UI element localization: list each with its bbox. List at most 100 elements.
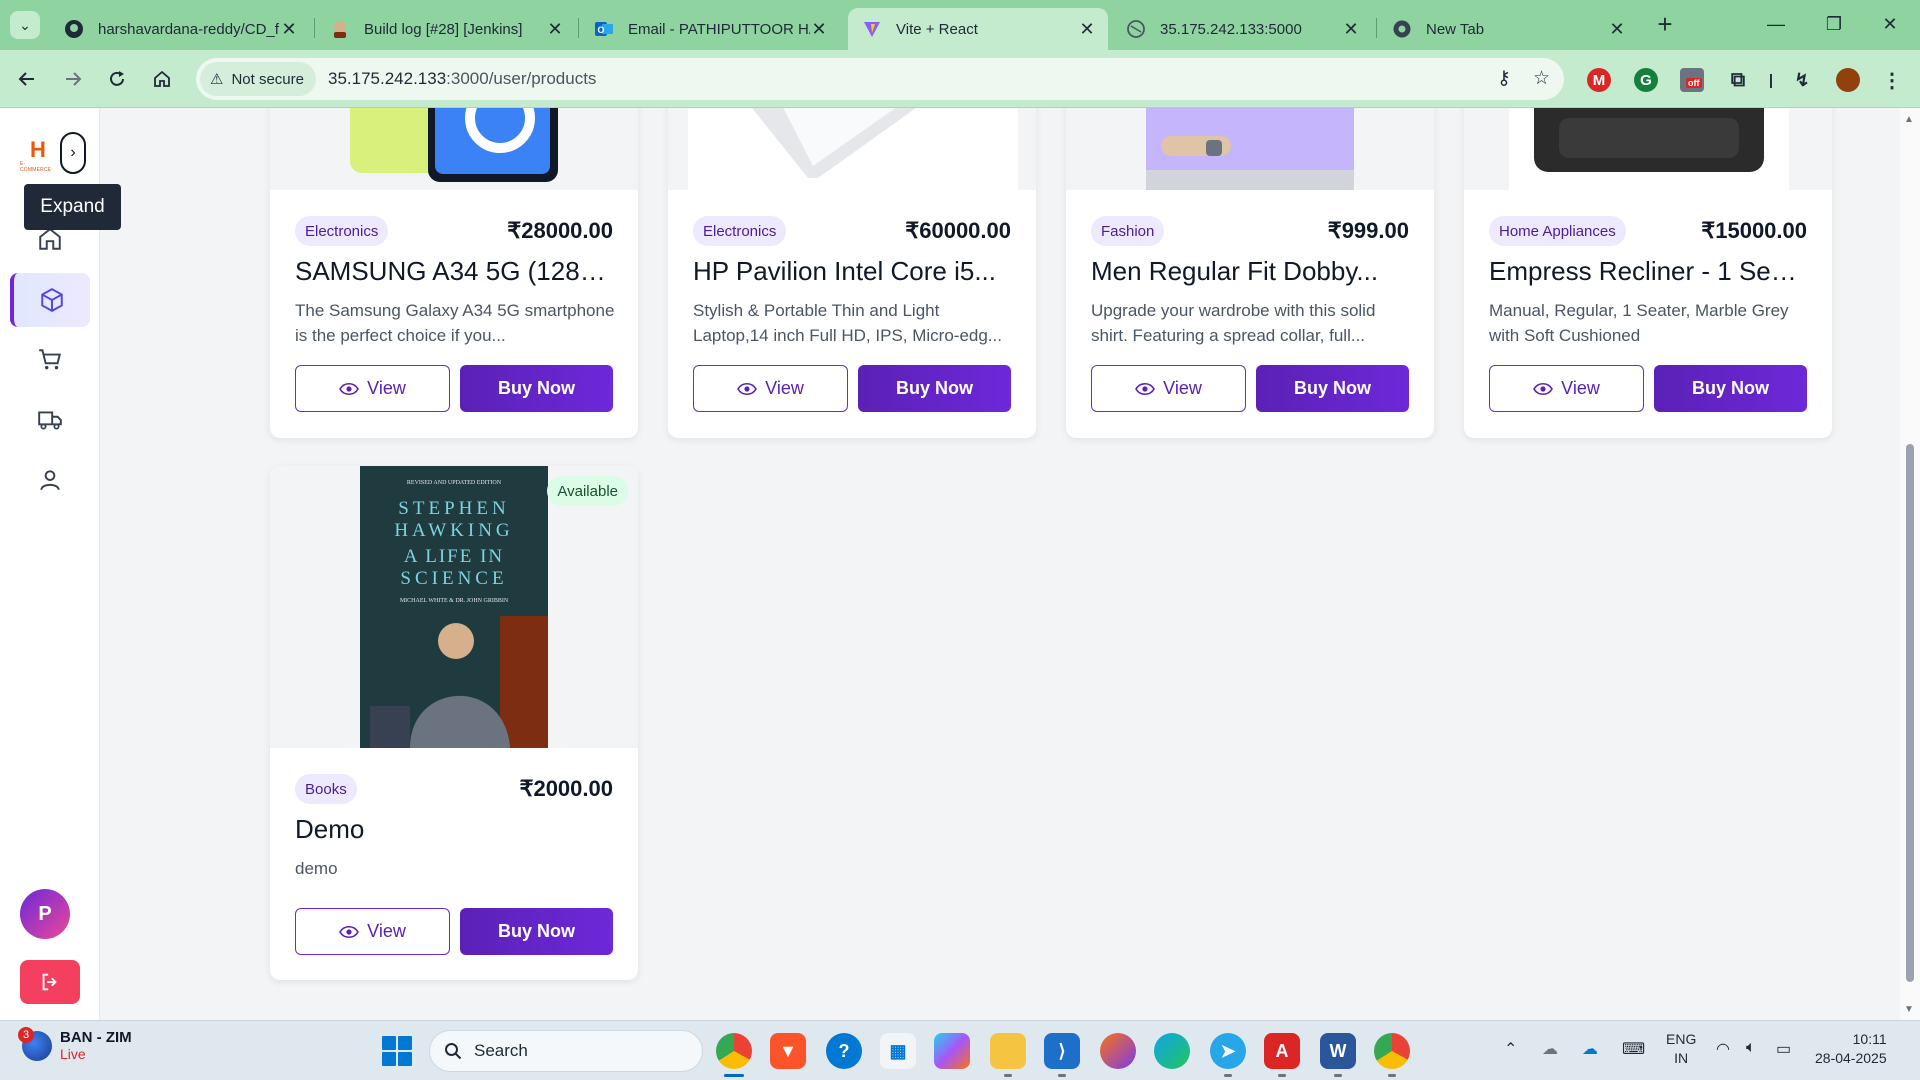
address-bar[interactable]: ⚠ Not secure 35.175.242.133:3000/user/pr… xyxy=(196,58,1564,100)
edge-icon[interactable] xyxy=(1154,1033,1190,1069)
performance-icon[interactable]: ↯ xyxy=(1790,68,1814,92)
close-icon[interactable]: ✕ xyxy=(1342,19,1360,40)
more-menu-icon[interactable]: ⋮ xyxy=(1880,68,1904,92)
close-icon[interactable]: ✕ xyxy=(810,19,828,40)
taskbar-search[interactable]: Search xyxy=(429,1030,703,1072)
sidebar-item-profile[interactable] xyxy=(30,460,70,500)
wifi-icon[interactable]: ◠ xyxy=(1716,1039,1730,1059)
view-button[interactable]: View xyxy=(295,365,450,412)
close-icon[interactable]: ✕ xyxy=(546,19,564,40)
category-badge: Electronics xyxy=(295,216,389,246)
product-price: ₹15000.00 xyxy=(1701,218,1807,243)
brave-icon[interactable]: ▼ xyxy=(770,1033,806,1069)
expand-sidebar-button[interactable]: › xyxy=(60,132,86,174)
cover-line-3: A LIFE IN xyxy=(404,546,504,567)
buy-now-button[interactable]: Buy Now xyxy=(1654,365,1807,412)
category-badge: Electronics xyxy=(693,216,787,246)
copilot-icon[interactable] xyxy=(934,1033,970,1069)
buy-now-button[interactable]: Buy Now xyxy=(1256,365,1409,412)
tab-vite-react[interactable]: Vite + React ✕ xyxy=(848,8,1108,50)
availability-badge: Available xyxy=(547,476,628,506)
product-image[interactable] xyxy=(270,108,638,190)
word-icon[interactable]: W xyxy=(1320,1033,1356,1077)
onedrive-icon[interactable]: ☁ xyxy=(1582,1039,1598,1059)
close-icon[interactable]: ✕ xyxy=(1608,19,1626,40)
close-icon[interactable]: ✕ xyxy=(280,19,298,40)
bookmark-star-icon[interactable]: ☆ xyxy=(1533,67,1550,90)
page-scrollbar[interactable]: ▲ ▼ xyxy=(1900,108,1920,1020)
file-explorer-icon[interactable] xyxy=(990,1033,1026,1077)
tab-search-button[interactable]: ⌄ xyxy=(10,11,40,39)
news-widget[interactable]: 3 BAN - ZIM Live xyxy=(18,1026,132,1062)
buy-now-button[interactable]: Buy Now xyxy=(460,365,613,412)
chrome-taskbar-icon[interactable] xyxy=(716,1033,752,1077)
new-tab-button[interactable]: + xyxy=(1650,10,1680,40)
reload-button[interactable] xyxy=(102,64,132,94)
logo-brand: E-COMMERCE xyxy=(20,161,52,173)
product-image[interactable] xyxy=(1464,108,1832,190)
view-button[interactable]: View xyxy=(295,908,450,955)
user-avatar[interactable]: P xyxy=(20,889,70,939)
window-close-button[interactable]: ✕ xyxy=(1860,8,1920,40)
news-count: 3 xyxy=(18,1026,34,1043)
show-hidden-icons[interactable]: ⌃ xyxy=(1504,1039,1517,1059)
product-image[interactable]: Available REVISED AND UPDATED EDITION ST… xyxy=(270,466,638,748)
telegram-icon[interactable]: ➤ xyxy=(1210,1033,1246,1077)
buy-now-button[interactable]: Buy Now xyxy=(858,365,1011,412)
minimize-button[interactable]: — xyxy=(1746,8,1806,40)
tab-email[interactable]: O Email - PATHIPUTTOOR HA ✕ xyxy=(580,8,840,50)
windows-start-icon[interactable] xyxy=(382,1036,412,1066)
grammarly-icon[interactable]: G xyxy=(1634,68,1658,92)
tab-jenkins[interactable]: Build log [#28] [Jenkins] ✕ xyxy=(316,8,576,50)
acrobat-icon[interactable]: A xyxy=(1264,1033,1300,1077)
close-icon[interactable]: ✕ xyxy=(1078,19,1096,40)
profile-avatar-icon[interactable] xyxy=(1836,68,1860,92)
tab-title: Vite + React xyxy=(896,20,978,38)
eye-icon xyxy=(1135,382,1156,395)
battery-icon[interactable]: ▭ xyxy=(1776,1039,1791,1059)
extensions-puzzle-icon[interactable]: ⧉ xyxy=(1726,68,1750,92)
restore-button[interactable]: ❐ xyxy=(1804,8,1864,40)
store-logo[interactable]: H E-COMMERCE xyxy=(20,138,56,174)
password-key-icon[interactable]: ⚷ xyxy=(1497,67,1511,90)
system-clock[interactable]: 10:11 28-04-2025 xyxy=(1815,1030,1887,1068)
help-icon[interactable]: ? xyxy=(826,1033,862,1069)
buy-now-button[interactable]: Buy Now xyxy=(460,908,613,955)
home-button[interactable] xyxy=(147,64,177,94)
windows-taskbar: 3 BAN - ZIM Live Search ▼ ? ▦ ⟩ ➤ A W ⌃ … xyxy=(0,1020,1920,1080)
back-button[interactable] xyxy=(12,64,42,94)
keyboard-icon[interactable]: ⌨ xyxy=(1622,1039,1645,1059)
product-image[interactable] xyxy=(1066,108,1434,190)
firefox-icon[interactable] xyxy=(1100,1033,1136,1069)
scroll-up-icon[interactable]: ▲ xyxy=(1904,114,1914,125)
view-button[interactable]: View xyxy=(693,365,848,412)
tab-new-tab[interactable]: New Tab ✕ xyxy=(1378,8,1638,50)
sidebar-item-products[interactable] xyxy=(10,273,90,327)
extension-m-icon[interactable]: M xyxy=(1587,68,1611,92)
logout-button[interactable] xyxy=(20,960,80,1004)
scroll-thumb[interactable] xyxy=(1906,444,1914,982)
onedrive-personal-icon[interactable]: ☁ xyxy=(1542,1039,1558,1059)
extension-off-icon[interactable]: off xyxy=(1680,68,1704,92)
sidebar-item-cart[interactable] xyxy=(30,340,70,380)
vscode-icon[interactable]: ⟩ xyxy=(1044,1033,1080,1077)
url-host: 35.175.242.133 xyxy=(328,69,447,88)
browser-tab-bar: ⌄ harshavardana-reddy/CD_f ✕ Build log [… xyxy=(0,0,1920,50)
tab-server[interactable]: 35.175.242.133:5000 ✕ xyxy=(1112,8,1372,50)
volume-icon[interactable]: 🔈︎ xyxy=(1746,1039,1756,1057)
forward-button[interactable] xyxy=(58,64,88,94)
product-image[interactable] xyxy=(668,108,1036,190)
sidebar-item-orders[interactable] xyxy=(30,400,70,440)
view-button[interactable]: View xyxy=(1091,365,1246,412)
scroll-down-icon[interactable]: ▼ xyxy=(1904,1004,1914,1015)
store-icon[interactable]: ▦ xyxy=(880,1033,916,1069)
chrome-profile-icon[interactable] xyxy=(1374,1033,1410,1077)
site-info-chip[interactable]: ⚠ Not secure xyxy=(200,62,316,96)
language-indicator[interactable]: ENG IN xyxy=(1666,1030,1696,1068)
tab-github[interactable]: harshavardana-reddy/CD_f ✕ xyxy=(50,8,310,50)
product-price: ₹999.00 xyxy=(1327,218,1409,243)
svg-text:O: O xyxy=(597,25,604,35)
view-label: View xyxy=(1561,378,1600,398)
view-button[interactable]: View xyxy=(1489,365,1644,412)
tab-divider xyxy=(578,18,579,38)
